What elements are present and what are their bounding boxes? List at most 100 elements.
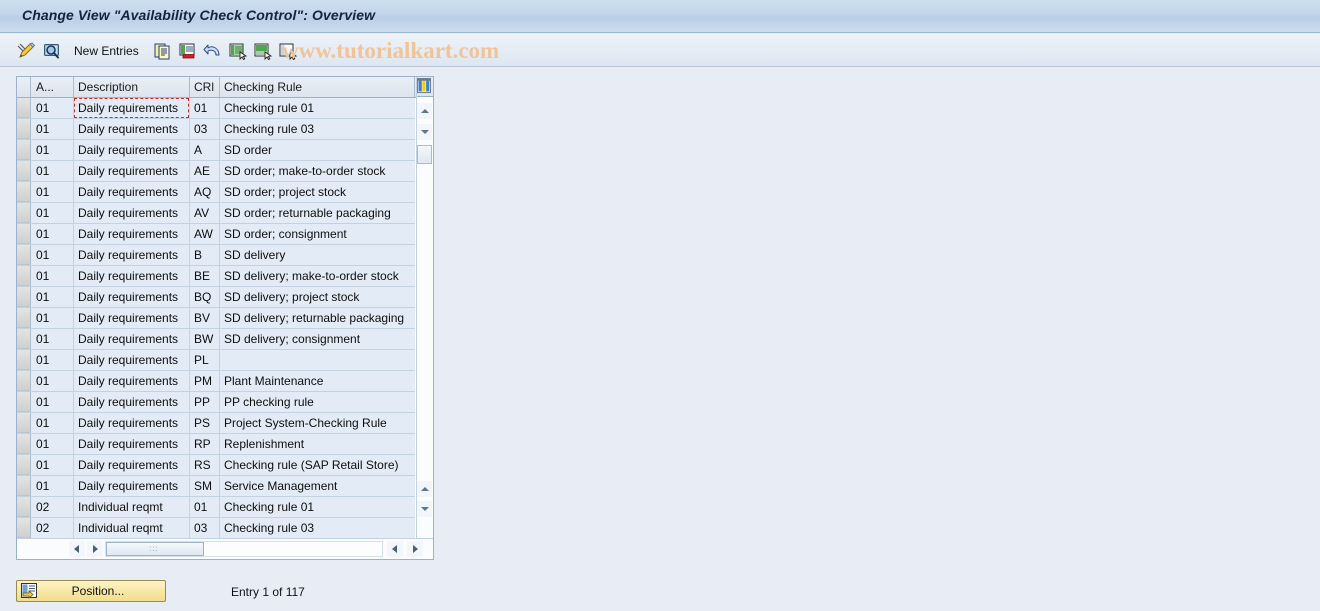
table-row[interactable]: 01 Daily requirements AW SD order; consignm… (17, 224, 415, 245)
undo-arrow-icon[interactable] (203, 42, 223, 60)
row-select-button[interactable] (17, 392, 31, 412)
cell-avail-check[interactable]: 01 (32, 140, 74, 160)
table-row[interactable]: 01 Daily requirements BW SD delivery; consi… (17, 329, 415, 350)
cell-cri[interactable]: PS (190, 413, 220, 433)
row-select-button[interactable] (17, 203, 31, 223)
cell-cri[interactable]: B (190, 245, 220, 265)
cell-avail-check[interactable]: 01 (32, 350, 74, 370)
copy-icon[interactable] (153, 42, 173, 60)
table-row[interactable]: 01 Daily requirements RS Checking rule (SAP… (17, 455, 415, 476)
row-select-button[interactable] (17, 245, 31, 265)
scroll-left-button[interactable] (69, 541, 85, 557)
delete-row-icon[interactable] (178, 42, 198, 60)
cell-avail-check[interactable]: 02 (32, 518, 74, 538)
row-select-button[interactable] (17, 161, 31, 181)
cell-description[interactable]: Daily requirements (74, 350, 190, 370)
magnifier-screen-icon[interactable] (42, 42, 62, 60)
cell-avail-check[interactable]: 01 (32, 266, 74, 286)
cell-description[interactable]: Daily requirements (74, 182, 190, 202)
cell-description[interactable]: Daily requirements (74, 224, 190, 244)
cell-checking-rule[interactable]: SD delivery; project stock (220, 287, 415, 307)
cell-description[interactable]: Daily requirements (74, 476, 190, 496)
cell-cri[interactable]: 03 (190, 119, 220, 139)
column-header-avail-check[interactable]: A... (32, 77, 74, 97)
deselect-all-icon[interactable] (278, 42, 298, 61)
horizontal-scroll-thumb[interactable]: ::: (106, 542, 204, 556)
cell-cri[interactable]: 01 (190, 497, 220, 517)
row-select-button[interactable] (17, 455, 31, 475)
horizontal-scrollbar[interactable]: ::: (17, 538, 433, 559)
cell-checking-rule[interactable]: SD order; project stock (220, 182, 415, 202)
cell-description[interactable]: Daily requirements (74, 434, 190, 454)
table-row[interactable]: 01 Daily requirements BE SD delivery; make-… (17, 266, 415, 287)
table-row[interactable]: 01 Daily requirements AQ SD order; project … (17, 182, 415, 203)
cell-cri[interactable]: BQ (190, 287, 220, 307)
cell-description[interactable]: Individual reqmt (74, 518, 190, 538)
cell-cri[interactable]: PL (190, 350, 220, 370)
cell-description[interactable]: Daily requirements (74, 413, 190, 433)
cell-checking-rule[interactable]: SD delivery (220, 245, 415, 265)
cell-description[interactable]: Daily requirements (74, 140, 190, 160)
table-row[interactable]: 01 Daily requirements BQ SD delivery; proje… (17, 287, 415, 308)
cell-checking-rule[interactable]: Checking rule (SAP Retail Store) (220, 455, 415, 475)
cell-checking-rule[interactable]: Replenishment (220, 434, 415, 454)
cell-checking-rule[interactable]: PP checking rule (220, 392, 415, 412)
row-select-button[interactable] (17, 98, 31, 118)
cell-avail-check[interactable]: 01 (32, 287, 74, 307)
position-button[interactable]: Position... (16, 580, 166, 602)
cell-description[interactable]: Daily requirements (74, 287, 190, 307)
cell-checking-rule[interactable]: Checking rule 03 (220, 119, 415, 139)
cell-avail-check[interactable]: 01 (32, 119, 74, 139)
cell-checking-rule[interactable]: Project System-Checking Rule (220, 413, 415, 433)
cell-checking-rule[interactable]: Checking rule 03 (220, 518, 415, 538)
cell-description[interactable]: Individual reqmt (74, 497, 190, 517)
table-row[interactable]: 01 Daily requirements PP PP checking rule (17, 392, 415, 413)
column-header-checking-rule[interactable]: Checking Rule (220, 77, 415, 97)
scroll-down-button[interactable] (417, 124, 432, 140)
cell-avail-check[interactable]: 01 (32, 455, 74, 475)
table-row[interactable]: 01 Daily requirements AV SD order; returnab… (17, 203, 415, 224)
column-header-description[interactable]: Description (74, 77, 190, 97)
cell-checking-rule[interactable]: Plant Maintenance (220, 371, 415, 391)
select-all-icon[interactable] (228, 42, 248, 61)
row-select-button[interactable] (17, 224, 31, 244)
scroll-up-button[interactable] (417, 103, 432, 119)
table-row[interactable]: 01 Daily requirements PS Project System-Che… (17, 413, 415, 434)
cell-cri[interactable]: AV (190, 203, 220, 223)
cell-cri[interactable]: SM (190, 476, 220, 496)
row-select-button[interactable] (17, 266, 31, 286)
cell-avail-check[interactable]: 01 (32, 371, 74, 391)
table-row[interactable]: 01 Daily requirements BV SD delivery; retur… (17, 308, 415, 329)
new-entries-button[interactable]: New Entries (74, 44, 139, 58)
row-select-button[interactable] (17, 350, 31, 370)
cell-description[interactable]: Daily requirements (74, 329, 190, 349)
cell-checking-rule[interactable]: Service Management (220, 476, 415, 496)
cell-checking-rule[interactable] (220, 350, 415, 370)
cell-checking-rule[interactable]: SD delivery; make-to-order stock (220, 266, 415, 286)
cell-avail-check[interactable]: 01 (32, 413, 74, 433)
cell-cri[interactable]: 03 (190, 518, 220, 538)
row-select-button[interactable] (17, 476, 31, 496)
cell-avail-check[interactable]: 02 (32, 497, 74, 517)
table-row[interactable]: 01 Daily requirements A SD order (17, 140, 415, 161)
table-row[interactable]: 01 Daily requirements PM Plant Maintenance (17, 371, 415, 392)
row-select-button[interactable] (17, 119, 31, 139)
scroll-first-column-button[interactable] (387, 541, 403, 557)
cell-avail-check[interactable]: 01 (32, 98, 74, 118)
select-all-rows-button[interactable] (17, 77, 31, 97)
cell-checking-rule[interactable]: Checking rule 01 (220, 497, 415, 517)
cell-description[interactable]: Daily requirements (74, 245, 190, 265)
cell-checking-rule[interactable]: SD delivery; returnable packaging (220, 308, 415, 328)
select-block-icon[interactable] (253, 42, 273, 61)
cell-cri[interactable]: BW (190, 329, 220, 349)
cell-cri[interactable]: PM (190, 371, 220, 391)
pencil-icon[interactable] (16, 42, 36, 60)
cell-checking-rule[interactable]: SD order; returnable packaging (220, 203, 415, 223)
cell-description[interactable]: Daily requirements (74, 266, 190, 286)
cell-avail-check[interactable]: 01 (32, 224, 74, 244)
cell-avail-check[interactable]: 01 (32, 329, 74, 349)
cell-checking-rule[interactable]: SD order; make-to-order stock (220, 161, 415, 181)
table-row[interactable]: 01 Daily requirements PL (17, 350, 415, 371)
cell-checking-rule[interactable]: SD delivery; consignment (220, 329, 415, 349)
scroll-right-button[interactable] (87, 541, 103, 557)
